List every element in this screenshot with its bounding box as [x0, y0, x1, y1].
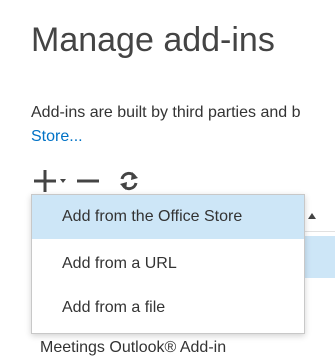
menu-item-add-from-url[interactable]: Add from a URL: [32, 242, 304, 286]
refresh-icon: [120, 171, 138, 191]
page-title: Manage add-ins: [31, 21, 275, 59]
store-link[interactable]: Store...: [31, 128, 83, 145]
add-button[interactable]: [31, 166, 59, 196]
menu-item-add-from-file[interactable]: Add from a file: [32, 286, 304, 330]
add-dropdown-menu: Add from the Office Store Add from a URL…: [31, 194, 305, 334]
chevron-down-icon[interactable]: [60, 178, 66, 184]
table-row-name[interactable]: Meetings Outlook® Add-in: [40, 338, 226, 358]
menu-item-add-from-store[interactable]: Add from the Office Store: [32, 195, 304, 239]
remove-button[interactable]: [74, 166, 102, 196]
page-description: Add-ins are built by third parties and b: [31, 104, 301, 121]
plus-icon: [34, 170, 56, 192]
sort-ascending-icon: [308, 213, 316, 219]
refresh-button[interactable]: [115, 166, 143, 196]
minus-icon: [77, 179, 99, 183]
